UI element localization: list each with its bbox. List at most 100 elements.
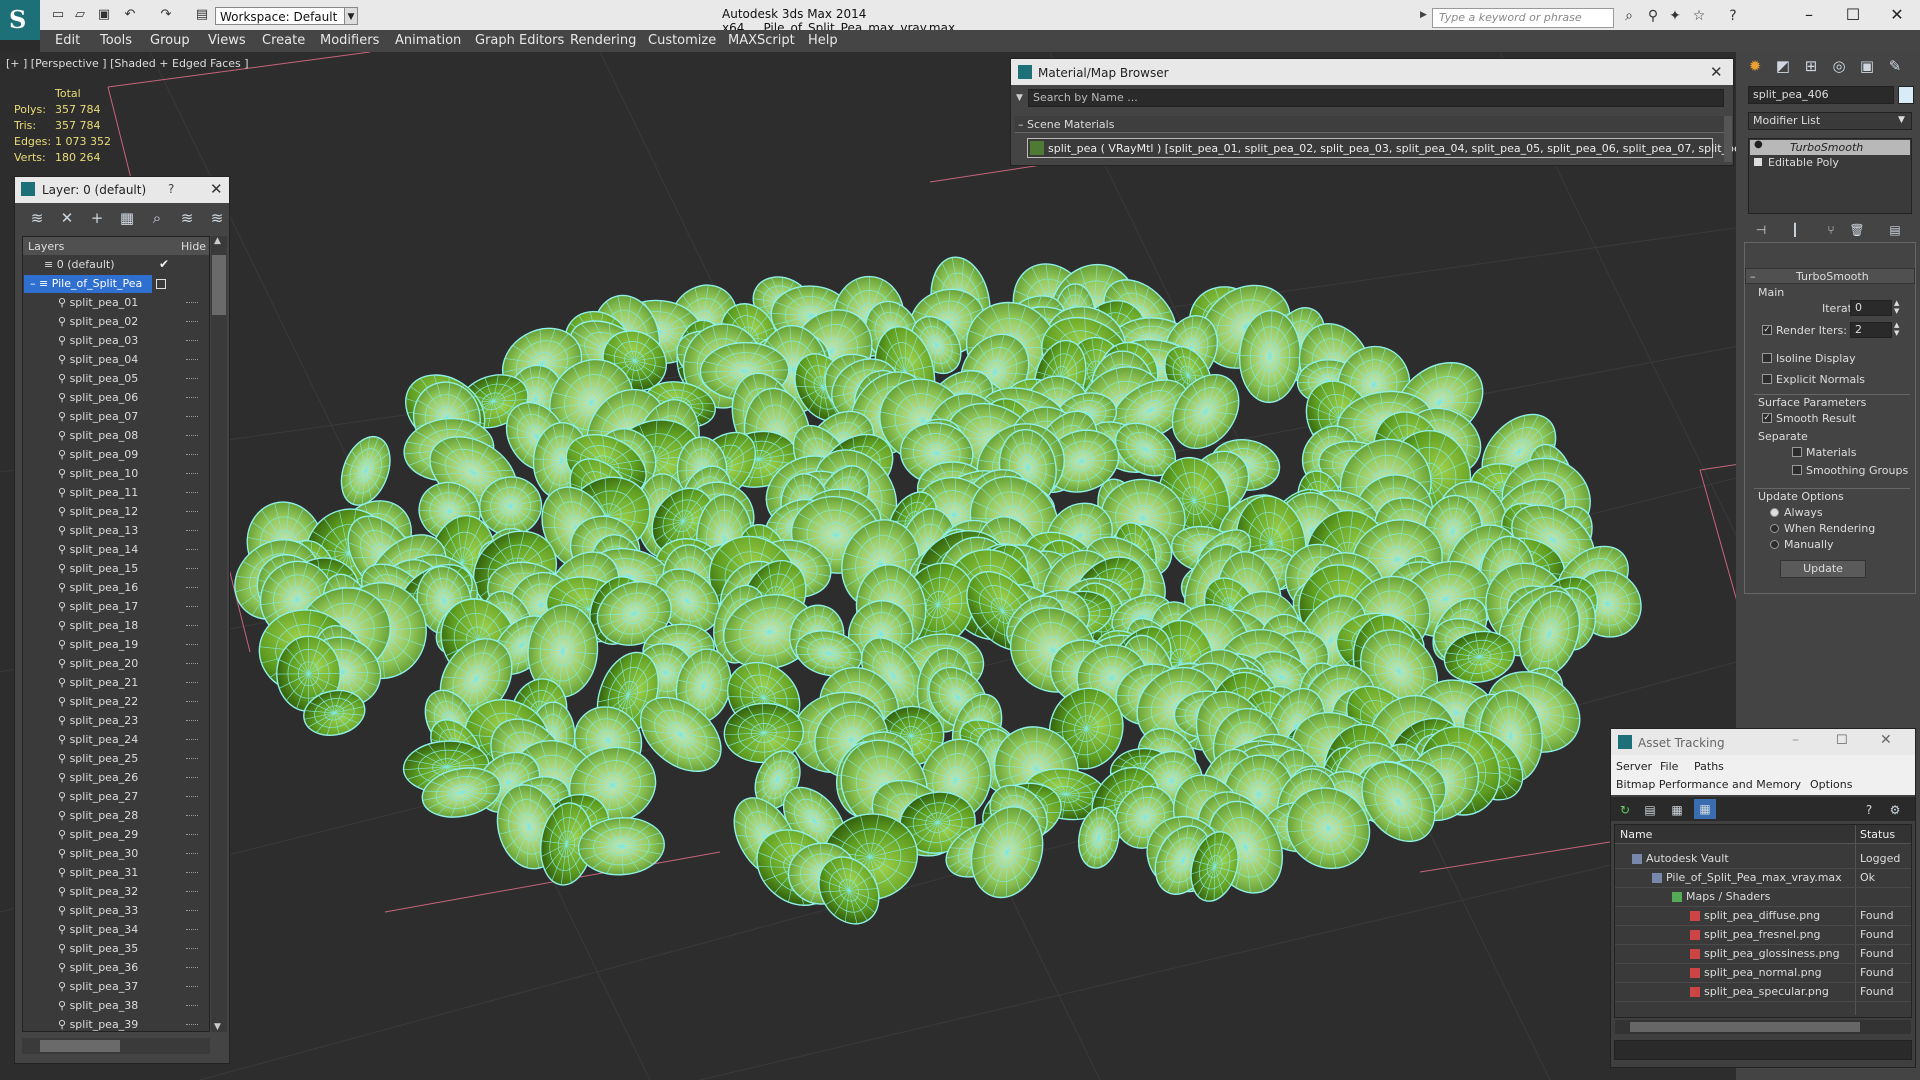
hide-toggle[interactable]	[186, 720, 198, 723]
asset-menu-options[interactable]: Options	[1810, 778, 1852, 791]
menu-maxscript[interactable]: MAXScript	[728, 33, 795, 48]
minimize-icon[interactable]: –	[1794, 4, 1824, 26]
layer-object-row[interactable]: ⚲ split_pea_13	[58, 524, 138, 537]
menu-create[interactable]: Create	[262, 33, 305, 48]
layer-object-row[interactable]: ⚲ split_pea_35	[58, 942, 138, 955]
menu-rendering[interactable]: Rendering	[570, 33, 636, 48]
object-color-swatch[interactable]	[1898, 86, 1914, 104]
close-icon[interactable]: ✕	[210, 180, 223, 198]
explicit-normals-checkbox[interactable]	[1762, 374, 1772, 384]
layer-object-row[interactable]: ⚲ split_pea_22	[58, 695, 138, 708]
layer-object-row[interactable]: ⚲ split_pea_03	[58, 334, 138, 347]
menu-animation[interactable]: Animation	[395, 33, 461, 48]
hide-toggle[interactable]	[186, 853, 198, 856]
layer-object-row[interactable]: ⚲ split_pea_19	[58, 638, 138, 651]
display-tab-icon[interactable]: ▣	[1856, 56, 1878, 76]
rollout-title[interactable]: TurboSmooth	[1796, 270, 1869, 283]
layer-object-row[interactable]: ⚲ split_pea_12	[58, 505, 138, 518]
hide-toggle[interactable]	[186, 777, 198, 780]
layer-object-row[interactable]: ⚲ split_pea_16	[58, 581, 138, 594]
asset-name[interactable]: split_pea_normal.png	[1704, 966, 1822, 979]
layer-object-row[interactable]: ⚲ split_pea_02	[58, 315, 138, 328]
asset-name[interactable]: split_pea_diffuse.png	[1704, 909, 1820, 922]
remove-modifier-icon[interactable]: 🗑	[1848, 220, 1866, 240]
refresh-icon[interactable]: ↻	[1616, 800, 1634, 820]
close-icon[interactable]: ✕	[1882, 4, 1912, 26]
layer-object-row[interactable]: ⚲ split_pea_29	[58, 828, 138, 841]
layer-object-row[interactable]: ⚲ split_pea_38	[58, 999, 138, 1012]
asset-menu-server[interactable]: Server	[1616, 760, 1652, 773]
asset-name[interactable]: split_pea_fresnel.png	[1704, 928, 1821, 941]
layer-vscrollbar[interactable]	[211, 236, 227, 1032]
hide-toggle[interactable]	[186, 948, 198, 951]
menu-modifiers[interactable]: Modifiers	[320, 33, 379, 48]
layer-object-row[interactable]: ⚲ split_pea_01	[58, 296, 138, 309]
hide-toggle[interactable]	[186, 568, 198, 571]
hide-toggle[interactable]	[186, 435, 198, 438]
utilities-tab-icon[interactable]: ✎	[1884, 56, 1906, 76]
hide-toggle[interactable]	[186, 625, 198, 628]
viewport-label[interactable]: [+ ] [Perspective ] [Shaded + Edged Face…	[6, 57, 249, 70]
hide-toggle[interactable]	[186, 340, 198, 343]
materials-checkbox[interactable]	[1792, 447, 1802, 457]
stack-item-turbosmooth[interactable]: TurboSmooth	[1790, 141, 1863, 154]
help-icon[interactable]: ?	[168, 182, 174, 196]
minimize-icon[interactable]: –	[1792, 732, 1799, 748]
hide-toggle[interactable]	[186, 701, 198, 704]
scene-materials-label[interactable]: – Scene Materials	[1018, 118, 1114, 131]
collapse-icon[interactable]: –	[1750, 270, 1756, 283]
material-search-input[interactable]: Search by Name ...	[1028, 89, 1724, 107]
hide-toggle[interactable]	[186, 796, 198, 799]
stack-item-editable-poly[interactable]: Editable Poly	[1768, 156, 1839, 169]
hide-toggle[interactable]	[186, 739, 198, 742]
layer-object-row[interactable]: ⚲ split_pea_30	[58, 847, 138, 860]
layer-row-default[interactable]: ≡ 0 (default)	[44, 258, 115, 271]
close-icon[interactable]: ✕	[1880, 732, 1892, 748]
layer-object-row[interactable]: ⚲ split_pea_33	[58, 904, 138, 917]
spinner-arrows-icon[interactable]: ▲ ▼	[1894, 321, 1899, 337]
configure-sets-icon[interactable]: ▤	[1884, 220, 1906, 240]
hide-toggle[interactable]	[186, 397, 198, 400]
create-tab-icon[interactable]: ✹	[1744, 56, 1766, 76]
show-end-result-icon[interactable]: ┃	[1786, 220, 1804, 240]
layer-object-row[interactable]: ⚲ split_pea_14	[58, 543, 138, 556]
binoculars-icon[interactable]: ⌕	[1620, 8, 1638, 24]
modifier-list-dropdown[interactable]: Modifier List	[1748, 112, 1912, 130]
hide-toggle[interactable]	[186, 359, 198, 362]
layer-object-row[interactable]: ⚲ split_pea_21	[58, 676, 138, 689]
layer-object-row[interactable]: ⚲ split_pea_07	[58, 410, 138, 423]
hide-toggle[interactable]	[186, 644, 198, 647]
hide-toggle[interactable]	[186, 302, 198, 305]
layer-object-row[interactable]: ⚲ split_pea_05	[58, 372, 138, 385]
undo-icon[interactable]: ↶	[122, 8, 138, 22]
hide-toggle[interactable]	[186, 758, 198, 761]
asset-name[interactable]: Autodesk Vault	[1646, 852, 1729, 865]
hide-toggle[interactable]	[186, 682, 198, 685]
hide-toggle[interactable]	[186, 1005, 198, 1008]
hide-toggle[interactable]	[186, 473, 198, 476]
chevron-up-icon[interactable]: ▲	[214, 236, 221, 246]
hide-toggle[interactable]	[186, 986, 198, 989]
asset-menu-bitmap[interactable]: Bitmap Performance and Memory	[1616, 778, 1801, 791]
hide-layer-icon[interactable]: ≋	[177, 208, 197, 228]
layer-object-row[interactable]: ⚲ split_pea_26	[58, 771, 138, 784]
thumbnail-view-icon[interactable]: ▦	[1668, 800, 1686, 820]
help-icon[interactable]: ?	[1724, 8, 1742, 24]
layer-object-row[interactable]: ⚲ split_pea_34	[58, 923, 138, 936]
list-view-icon[interactable]: ▤	[1641, 800, 1659, 820]
manually-radio[interactable]	[1770, 540, 1779, 549]
layer-hscroll-thumb[interactable]	[40, 1040, 120, 1052]
freeze-layer-icon[interactable]: ≋	[207, 208, 227, 228]
search-expand-icon[interactable]: ▶	[1420, 10, 1427, 20]
help-icon[interactable]: ?	[1860, 800, 1878, 820]
layer-object-row[interactable]: ⚲ split_pea_17	[58, 600, 138, 613]
favorites-star-icon[interactable]: ☆	[1690, 8, 1708, 24]
keyword-search-input[interactable]: Type a keyword or phrase	[1432, 8, 1614, 28]
asset-col-status[interactable]: Status	[1860, 828, 1895, 841]
layer-object-row[interactable]: ⚲ split_pea_18	[58, 619, 138, 632]
hide-toggle[interactable]	[186, 454, 198, 457]
asset-col-name[interactable]: Name	[1620, 828, 1652, 841]
asset-name[interactable]: Maps / Shaders	[1686, 890, 1770, 903]
options-chevron-icon[interactable]: ▼	[1016, 93, 1023, 103]
smoothing-groups-checkbox[interactable]	[1792, 465, 1802, 475]
